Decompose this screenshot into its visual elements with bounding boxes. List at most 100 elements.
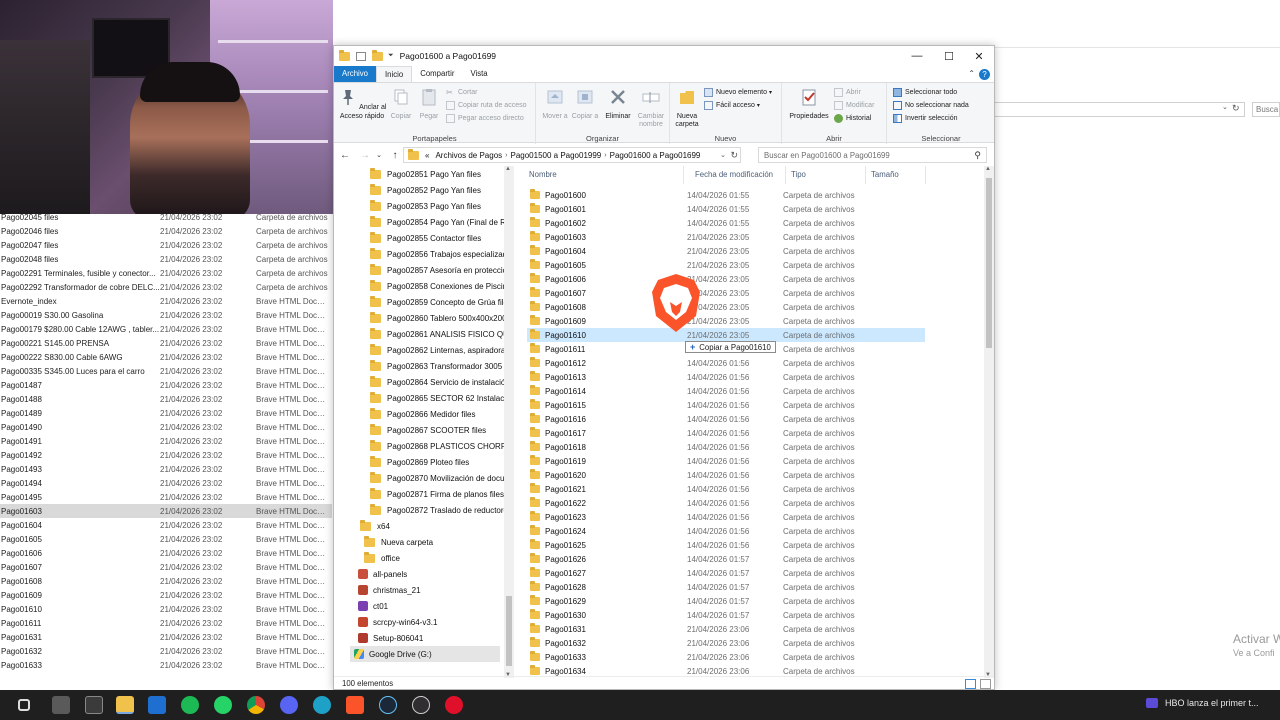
tab-archivo[interactable]: Archivo	[334, 66, 376, 82]
file-row[interactable]: Pago01609 21/04/2026 23:05 Carpeta de arch…	[527, 314, 927, 328]
background-list-row[interactable]: Pago01494 21/04/2026 23:02 Brave HTML Docu…	[0, 476, 332, 490]
forward-arrow-icon[interactable]: →	[358, 150, 372, 161]
nav-tree-item[interactable]: x64	[360, 518, 390, 534]
nav-tree-item[interactable]: Pago02871 Firma de planos files	[370, 486, 504, 502]
nav-tree-item[interactable]: Pago02862 Linternas, aspiradora, H	[370, 342, 514, 358]
nav-tree-item[interactable]: christmas_21	[358, 582, 421, 598]
nav-tree-item[interactable]: office	[364, 550, 400, 566]
nav-tree-item[interactable]: Setup-806041	[358, 630, 423, 646]
new-item-button[interactable]: Nuevo elemento ▾	[704, 88, 772, 97]
details-view-icon[interactable]	[965, 679, 976, 689]
folder-icon[interactable]	[116, 696, 134, 714]
tab-compartir[interactable]: Compartir	[412, 66, 462, 82]
background-list-row[interactable]: Pago01491 21/04/2026 23:02 Brave HTML Docu…	[0, 434, 332, 448]
up-arrow-icon[interactable]: ↑	[388, 150, 402, 161]
breadcrumb-item[interactable]: Pago01500 a Pago01999	[511, 151, 602, 160]
file-row[interactable]: Pago01602 14/04/2026 01:55 Carpeta de arch…	[527, 216, 927, 230]
cut-button[interactable]: ✂ Cortar	[446, 88, 477, 97]
background-list-row[interactable]: Pago01609 21/04/2026 23:02 Brave HTML Docu…	[0, 588, 332, 602]
file-row[interactable]: Pago01607 21/04/2026 23:05 Carpeta de arch…	[527, 286, 927, 300]
nav-tree-item[interactable]: Nueva carpeta	[364, 534, 433, 550]
nav-tree-item[interactable]: all-panels	[358, 566, 407, 582]
background-address-bar[interactable]	[995, 102, 1245, 117]
background-list-row[interactable]: Pago00179 $280.00 Cable 12AWG , tabler..…	[0, 322, 332, 336]
file-row[interactable]: Pago01604 21/04/2026 23:05 Carpeta de arch…	[527, 244, 927, 258]
properties-quick-icon[interactable]	[356, 51, 366, 61]
file-row[interactable]: Pago01614 14/04/2026 01:56 Carpeta de arch…	[527, 384, 927, 398]
file-row[interactable]: Pago01601 14/04/2026 01:55 Carpeta de arch…	[527, 202, 927, 216]
background-list-row[interactable]: Pago00019 S30.00 Gasolina 21/04/2026 23:0…	[0, 308, 332, 322]
file-row[interactable]: Pago01633 21/04/2026 23:06 Carpeta de arch…	[527, 650, 927, 664]
background-list-row[interactable]: Pago02291 Terminales, fusible y conector…	[0, 266, 332, 280]
select-none-button[interactable]: No seleccionar nada	[893, 101, 969, 110]
background-list-row[interactable]: Pago01607 21/04/2026 23:02 Brave HTML Docu…	[0, 560, 332, 574]
background-list-row[interactable]: Pago02048 files 21/04/2026 23:02 Carpeta d…	[0, 252, 332, 266]
file-row[interactable]: Pago01624 14/04/2026 01:56 Carpeta de arch…	[527, 524, 927, 538]
invert-selection-button[interactable]: Invertir selección	[893, 114, 958, 123]
chevron-down-icon[interactable]: ⌄	[1222, 103, 1228, 111]
address-dropdown-icon[interactable]: ⌄	[720, 151, 726, 159]
background-list-row[interactable]: Pago01611 21/04/2026 23:02 Brave HTML Docu…	[0, 616, 332, 630]
easy-access-button[interactable]: Fácil acceso ▾	[704, 101, 760, 110]
nav-tree-item[interactable]: Pago02852 Pago Yan files	[370, 182, 481, 198]
copy-path-button[interactable]: Copiar ruta de acceso	[446, 101, 526, 110]
background-list-row[interactable]: Pago01610 21/04/2026 23:02 Brave HTML Docu…	[0, 602, 332, 616]
copy-button[interactable]: Copiar	[388, 87, 414, 121]
background-list-row[interactable]: Pago01489 21/04/2026 23:02 Brave HTML Docu…	[0, 406, 332, 420]
background-list-row[interactable]: Pago00335 S345.00 Luces para el carro 21/…	[0, 364, 332, 378]
select-all-button[interactable]: Seleccionar todo	[893, 88, 957, 97]
calculator-icon[interactable]	[85, 696, 103, 714]
file-row[interactable]: Pago01631 21/04/2026 23:06 Carpeta de arch…	[527, 622, 927, 636]
column-header-date[interactable]: Fecha de modificación	[690, 166, 786, 184]
collapse-ribbon-icon[interactable]: ⌃	[968, 69, 975, 78]
nav-tree-item[interactable]: Pago02863 Transformador 3005 fil	[370, 358, 510, 374]
file-row[interactable]: Pago01612 14/04/2026 01:56 Carpeta de arch…	[527, 356, 927, 370]
file-row[interactable]: Pago01616 14/04/2026 01:56 Carpeta de arch…	[527, 412, 927, 426]
background-list-row[interactable]: Pago01603 21/04/2026 23:02 Brave HTML Docu…	[0, 504, 332, 518]
whatsapp-icon[interactable]	[214, 696, 232, 714]
chrome-icon[interactable]	[247, 696, 265, 714]
file-row[interactable]: Pago01603 21/04/2026 23:05 Carpeta de arch…	[527, 230, 927, 244]
nav-tree-item[interactable]: Pago02857 Asesoría en protección	[370, 262, 512, 278]
search-input[interactable]: Buscar en Pago01600 a Pago01699 ⚲	[758, 147, 987, 163]
nav-tree-item[interactable]: Pago02853 Pago Yan files	[370, 198, 481, 214]
nav-tree-item[interactable]: Pago02855 Contactor files	[370, 230, 481, 246]
scrollbar-thumb[interactable]	[986, 178, 992, 348]
nav-tree-item[interactable]: Pago02858 Conexiones de Piscina	[370, 278, 512, 294]
file-list-scrollbar[interactable]: ▲ ▼	[984, 166, 994, 678]
file-row[interactable]: Pago01632 21/04/2026 23:06 Carpeta de arch…	[527, 636, 927, 650]
background-list-row[interactable]: Pago01490 21/04/2026 23:02 Brave HTML Docu…	[0, 420, 332, 434]
background-list-row[interactable]: Pago01495 21/04/2026 23:02 Brave HTML Docu…	[0, 490, 332, 504]
copy-to-button[interactable]: Copiar a	[570, 87, 600, 121]
breadcrumb-item[interactable]: Archivos de Pagos	[435, 151, 502, 160]
file-row[interactable]: Pago01619 14/04/2026 01:56 Carpeta de arch…	[527, 454, 927, 468]
breadcrumb-overflow[interactable]: «	[425, 151, 429, 160]
new-folder-button[interactable]: Nueva carpeta	[672, 87, 702, 130]
background-list-row[interactable]: Pago02047 files 21/04/2026 23:02 Carpeta d…	[0, 238, 332, 252]
nav-tree-item[interactable]: Pago02866 Medidor files	[370, 406, 476, 422]
nav-tree-item[interactable]: Pago02868 PLASTICOS CHORRILL	[370, 438, 514, 454]
scroll-up-icon[interactable]: ▲	[505, 166, 511, 172]
nav-tree-item[interactable]: Pago02865 SECTOR 62 Instalación	[370, 390, 514, 406]
spotify-icon[interactable]	[181, 696, 199, 714]
column-header-size[interactable]: Tamaño	[866, 166, 926, 184]
taskbar-notification[interactable]: HBO lanza el primer t...	[1146, 698, 1259, 708]
refresh-icon[interactable]: ↻	[730, 150, 738, 161]
nav-tree-item[interactable]: Pago02864 Servicio de instalación	[370, 374, 510, 390]
refresh-icon[interactable]: ↻	[1232, 103, 1240, 114]
properties-button[interactable]: Propiedades	[787, 87, 831, 121]
minimize-button[interactable]: —	[902, 46, 932, 66]
back-arrow-icon[interactable]: ←	[338, 150, 352, 161]
navigation-pane-scrollbar[interactable]: ▲ ▼	[504, 166, 514, 678]
file-row[interactable]: Pago01630 14/04/2026 01:57 Carpeta de arch…	[527, 608, 927, 622]
nav-tree-item[interactable]: Pago02867 SCOOTER files	[370, 422, 486, 438]
opera-icon[interactable]	[445, 696, 463, 714]
file-row[interactable]: Pago01600 14/04/2026 01:55 Carpeta de arch…	[527, 188, 927, 202]
nav-tree-item[interactable]: Pago02869 Ploteo files	[370, 454, 469, 470]
background-search-input[interactable]: Busca	[1252, 102, 1280, 117]
pin-quick-access-button[interactable]: Anclar al Acceso rápido	[337, 87, 387, 121]
open-button[interactable]: Abrir	[834, 88, 861, 97]
delete-button[interactable]: Eliminar	[602, 87, 634, 121]
recent-locations-icon[interactable]: ⌄	[372, 151, 386, 159]
file-row[interactable]: Pago01626 14/04/2026 01:57 Carpeta de arch…	[527, 552, 927, 566]
